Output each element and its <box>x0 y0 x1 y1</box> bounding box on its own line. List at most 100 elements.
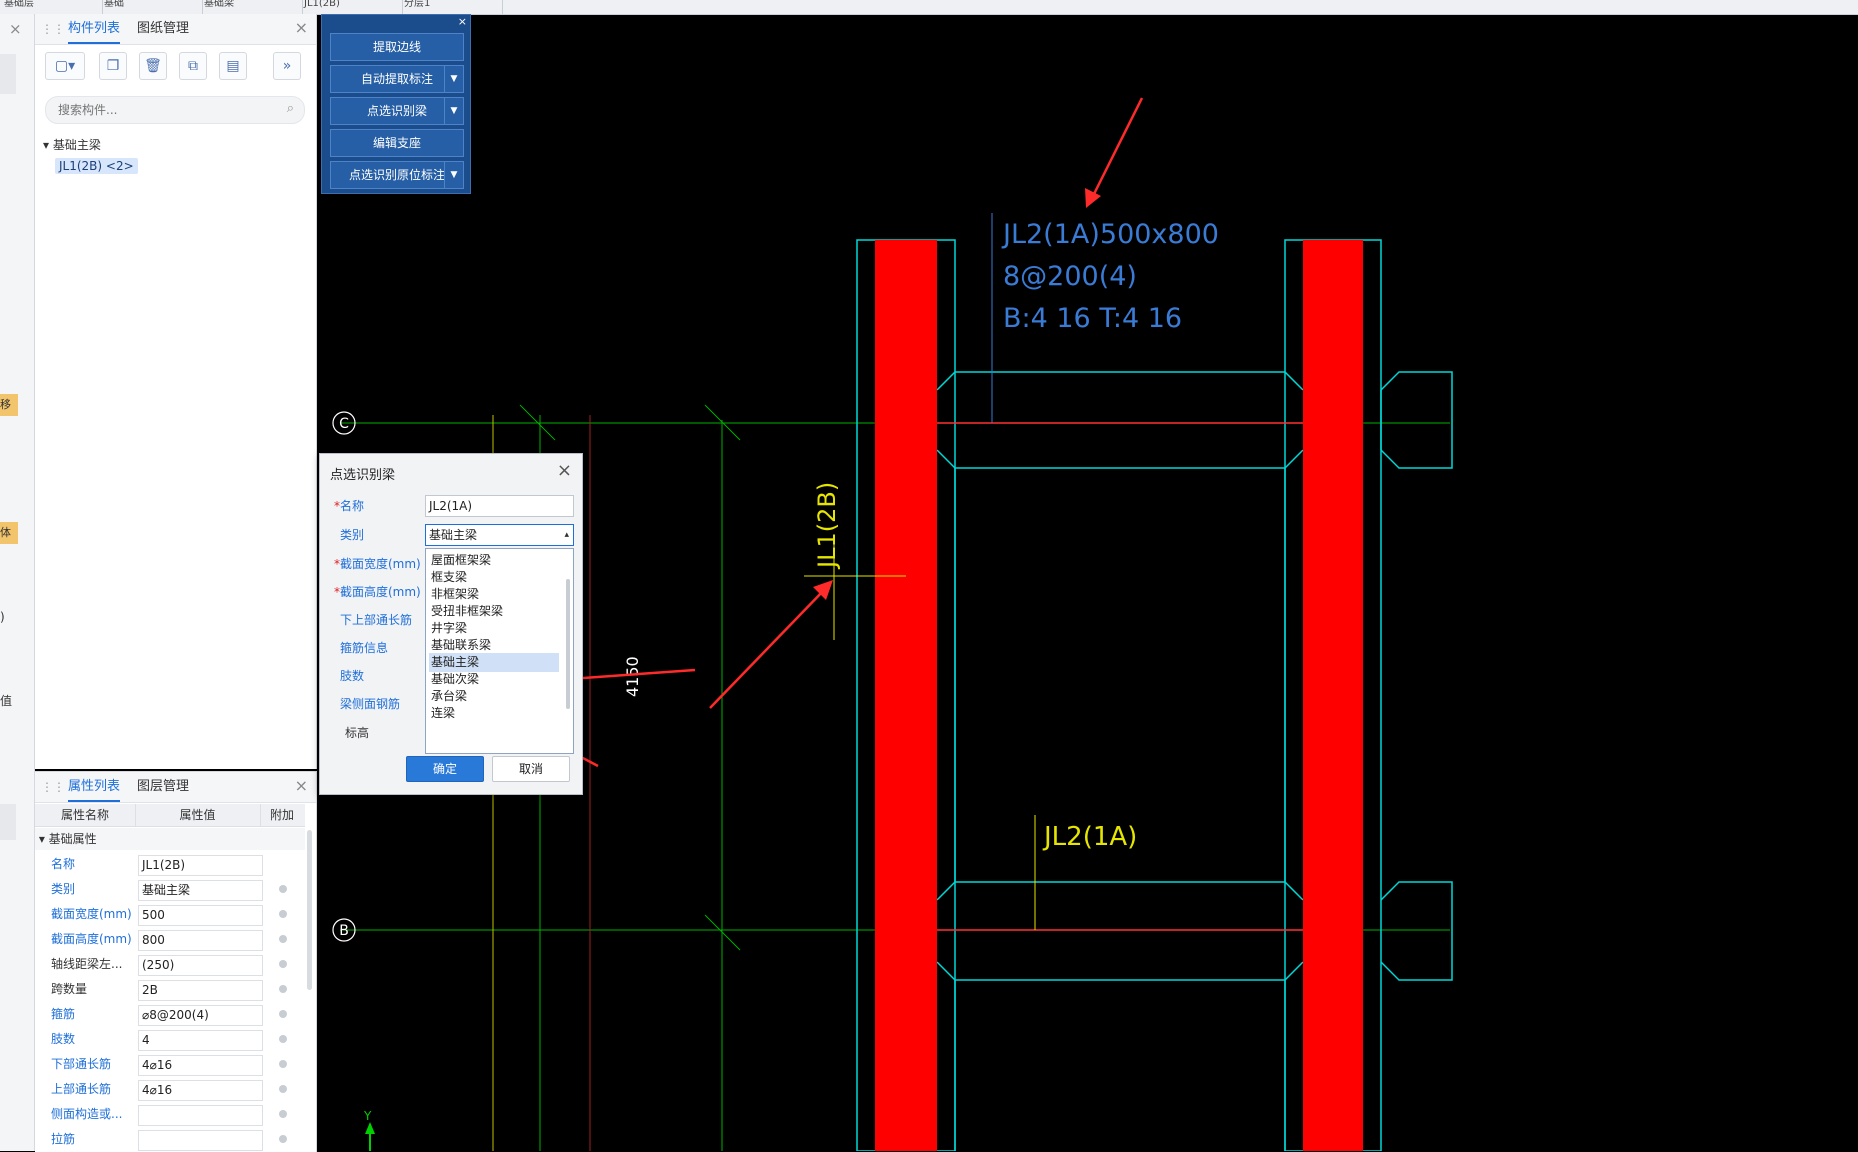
chevron-down-icon[interactable]: ▼ <box>444 98 463 124</box>
category-select[interactable]: 基础主梁 ▴ <box>425 524 574 546</box>
property-scrollbar[interactable] <box>307 830 312 990</box>
tab-layer-management[interactable]: 图层管理 <box>137 772 189 802</box>
search-icon[interactable]: ⌕ <box>287 101 294 116</box>
close-icon[interactable]: × <box>295 778 308 794</box>
search-input[interactable] <box>56 97 270 123</box>
drag-handle-icon[interactable]: ⋮⋮ <box>41 780 65 794</box>
label-height-text: 截面高度(mm) <box>340 585 421 599</box>
property-row[interactable]: 名称 JL1(2B) <box>35 852 305 877</box>
close-icon[interactable]: × <box>458 16 467 27</box>
property-row[interactable]: 箍筋 ⌀8@200(4) <box>35 1002 305 1027</box>
property-value-field[interactable]: 500 <box>138 905 263 926</box>
doc-tab-3[interactable]: 基础梁 <box>200 0 303 14</box>
property-panel-header: ⋮⋮ 属性列表 图层管理 × <box>35 772 316 803</box>
property-group-basic[interactable]: ▾ 基础属性 <box>35 828 305 850</box>
property-value-field[interactable]: 2B <box>138 980 263 1001</box>
property-value-field[interactable]: JL1(2B) <box>138 855 263 876</box>
extra-dot-icon[interactable] <box>279 1010 287 1018</box>
property-name: 类别 <box>51 882 76 896</box>
category-select-value: 基础主梁 <box>429 528 478 542</box>
label-category: 类别 <box>340 528 365 542</box>
doc-tab-1[interactable]: 基础层 <box>0 0 103 14</box>
extra-dot-icon[interactable] <box>279 885 287 893</box>
tab-drawing-management[interactable]: 图纸管理 <box>137 14 189 44</box>
dropdown-scrollbar[interactable] <box>566 579 570 709</box>
property-value-field[interactable]: 基础主梁 <box>138 880 263 901</box>
property-row[interactable]: 跨数量 2B <box>35 977 305 1002</box>
col-property-value: 属性值 <box>135 804 261 826</box>
delete-icon[interactable]: 🗑 <box>139 52 167 80</box>
tree-group-foundation-beam[interactable]: ▾ 基础主梁 <box>43 136 101 153</box>
property-value-field[interactable]: ⌀8@200(4) <box>138 1005 263 1026</box>
category-dropdown-list[interactable]: 屋面框架梁 框支梁 非框架梁 受扭非框架梁 井字梁 基础联系梁 基础主梁 基础次梁 承台梁 连梁 <box>425 548 574 754</box>
chevron-down-icon[interactable]: ▼ <box>444 66 463 92</box>
dropdown-option[interactable]: 连梁 <box>429 704 559 723</box>
doc-tab-4[interactable]: JL1(2B) <box>300 0 403 14</box>
auto-extract-annotation-button[interactable]: 自动提取标注 ▼ <box>330 65 464 93</box>
close-icon[interactable]: × <box>557 460 572 481</box>
pick-inplace-label: 点选识别原位标注 <box>348 168 445 182</box>
left-badge-2[interactable]: 体验 <box>0 522 18 544</box>
close-icon[interactable]: × <box>295 20 308 36</box>
ok-button[interactable]: 确定 <box>406 756 484 782</box>
property-name: 截面宽度(mm) <box>51 907 132 921</box>
beam-label-vertical: JL1(2B) <box>813 482 841 570</box>
property-row[interactable]: 拉筋 <box>35 1127 305 1152</box>
axis-label-c: C <box>339 416 349 432</box>
tree-item-jl1[interactable]: JL1(2B) <2> <box>55 158 138 174</box>
drag-handle-icon[interactable]: ⋮⋮ <box>41 22 65 36</box>
extra-dot-icon[interactable] <box>279 910 287 918</box>
extra-dot-icon[interactable] <box>279 960 287 968</box>
duplicate-icon[interactable]: ⧉ <box>179 52 207 80</box>
extra-dot-icon[interactable] <box>279 1085 287 1093</box>
extra-dot-icon[interactable] <box>279 1035 287 1043</box>
extra-dot-icon[interactable] <box>279 1060 287 1068</box>
cancel-button[interactable]: 取消 <box>492 756 570 782</box>
property-name: 截面高度(mm) <box>51 932 132 946</box>
property-value-field[interactable]: 800 <box>138 930 263 951</box>
pick-identify-beam-button[interactable]: 点选识别梁 ▼ <box>330 97 464 125</box>
tab-component-list[interactable]: 构件列表 <box>68 14 121 44</box>
property-row[interactable]: 截面高度(mm) 800 <box>35 927 305 952</box>
name-input[interactable]: JL2(1A) <box>425 495 574 517</box>
doc-tab-5[interactable]: 分层1 <box>400 0 503 14</box>
left-strip-block-2 <box>0 804 16 840</box>
property-value-field[interactable] <box>138 1105 263 1126</box>
property-row[interactable]: 轴线距梁左... (250) <box>35 952 305 977</box>
property-row[interactable]: 截面宽度(mm) 500 <box>35 902 305 927</box>
label-side-bars: 梁侧面钢筋 <box>340 697 401 711</box>
extra-dot-icon[interactable] <box>279 1110 287 1118</box>
extra-dot-icon[interactable] <box>279 1135 287 1143</box>
property-row[interactable]: 上部通长筋 4⌀16 <box>35 1077 305 1102</box>
property-row[interactable]: 下部通长筋 4⌀16 <box>35 1052 305 1077</box>
tab-property-list[interactable]: 属性列表 <box>68 772 121 802</box>
property-row[interactable]: 肢数 4 <box>35 1027 305 1052</box>
property-name: 轴线距梁左... <box>51 957 123 971</box>
new-component-icon[interactable]: ▢▾ <box>45 52 85 80</box>
more-icon[interactable]: » <box>273 52 301 80</box>
copy-icon[interactable]: ❐ <box>99 52 127 80</box>
property-value-field[interactable]: 4⌀16 <box>138 1055 263 1076</box>
property-value-field[interactable]: (250) <box>138 955 263 976</box>
property-value-field[interactable] <box>138 1130 263 1151</box>
doc-tab-2[interactable]: 基础 <box>100 0 203 14</box>
property-row[interactable]: 类别 基础主梁 <box>35 877 305 902</box>
beam-fill-right[interactable] <box>1303 240 1363 1151</box>
extra-dot-icon[interactable] <box>279 935 287 943</box>
close-icon[interactable]: × <box>9 20 22 38</box>
chevron-down-icon[interactable]: ▼ <box>444 162 463 188</box>
extract-edge-button[interactable]: 提取边线 <box>330 33 464 61</box>
layer-copy-icon[interactable]: ▤ <box>219 52 247 80</box>
beam-fill-left[interactable] <box>875 240 937 1151</box>
property-name: 箍筋 <box>51 1007 76 1021</box>
document-tab-strip: 基础层 基础 基础梁 JL1(2B) 分层1 <box>0 0 1858 15</box>
component-panel-header: ⋮⋮ 构件列表 图纸管理 × <box>35 14 316 45</box>
extra-dot-icon[interactable] <box>279 985 287 993</box>
chevron-up-icon[interactable]: ▴ <box>564 525 569 545</box>
pick-identify-inplace-button[interactable]: 点选识别原位标注 ▼ <box>330 161 464 189</box>
property-row[interactable]: 侧面构造或... <box>35 1102 305 1127</box>
left-badge-1[interactable]: 移验 <box>0 394 18 416</box>
property-value-field[interactable]: 4 <box>138 1030 263 1051</box>
edit-support-button[interactable]: 编辑支座 <box>330 129 464 157</box>
property-value-field[interactable]: 4⌀16 <box>138 1080 263 1101</box>
